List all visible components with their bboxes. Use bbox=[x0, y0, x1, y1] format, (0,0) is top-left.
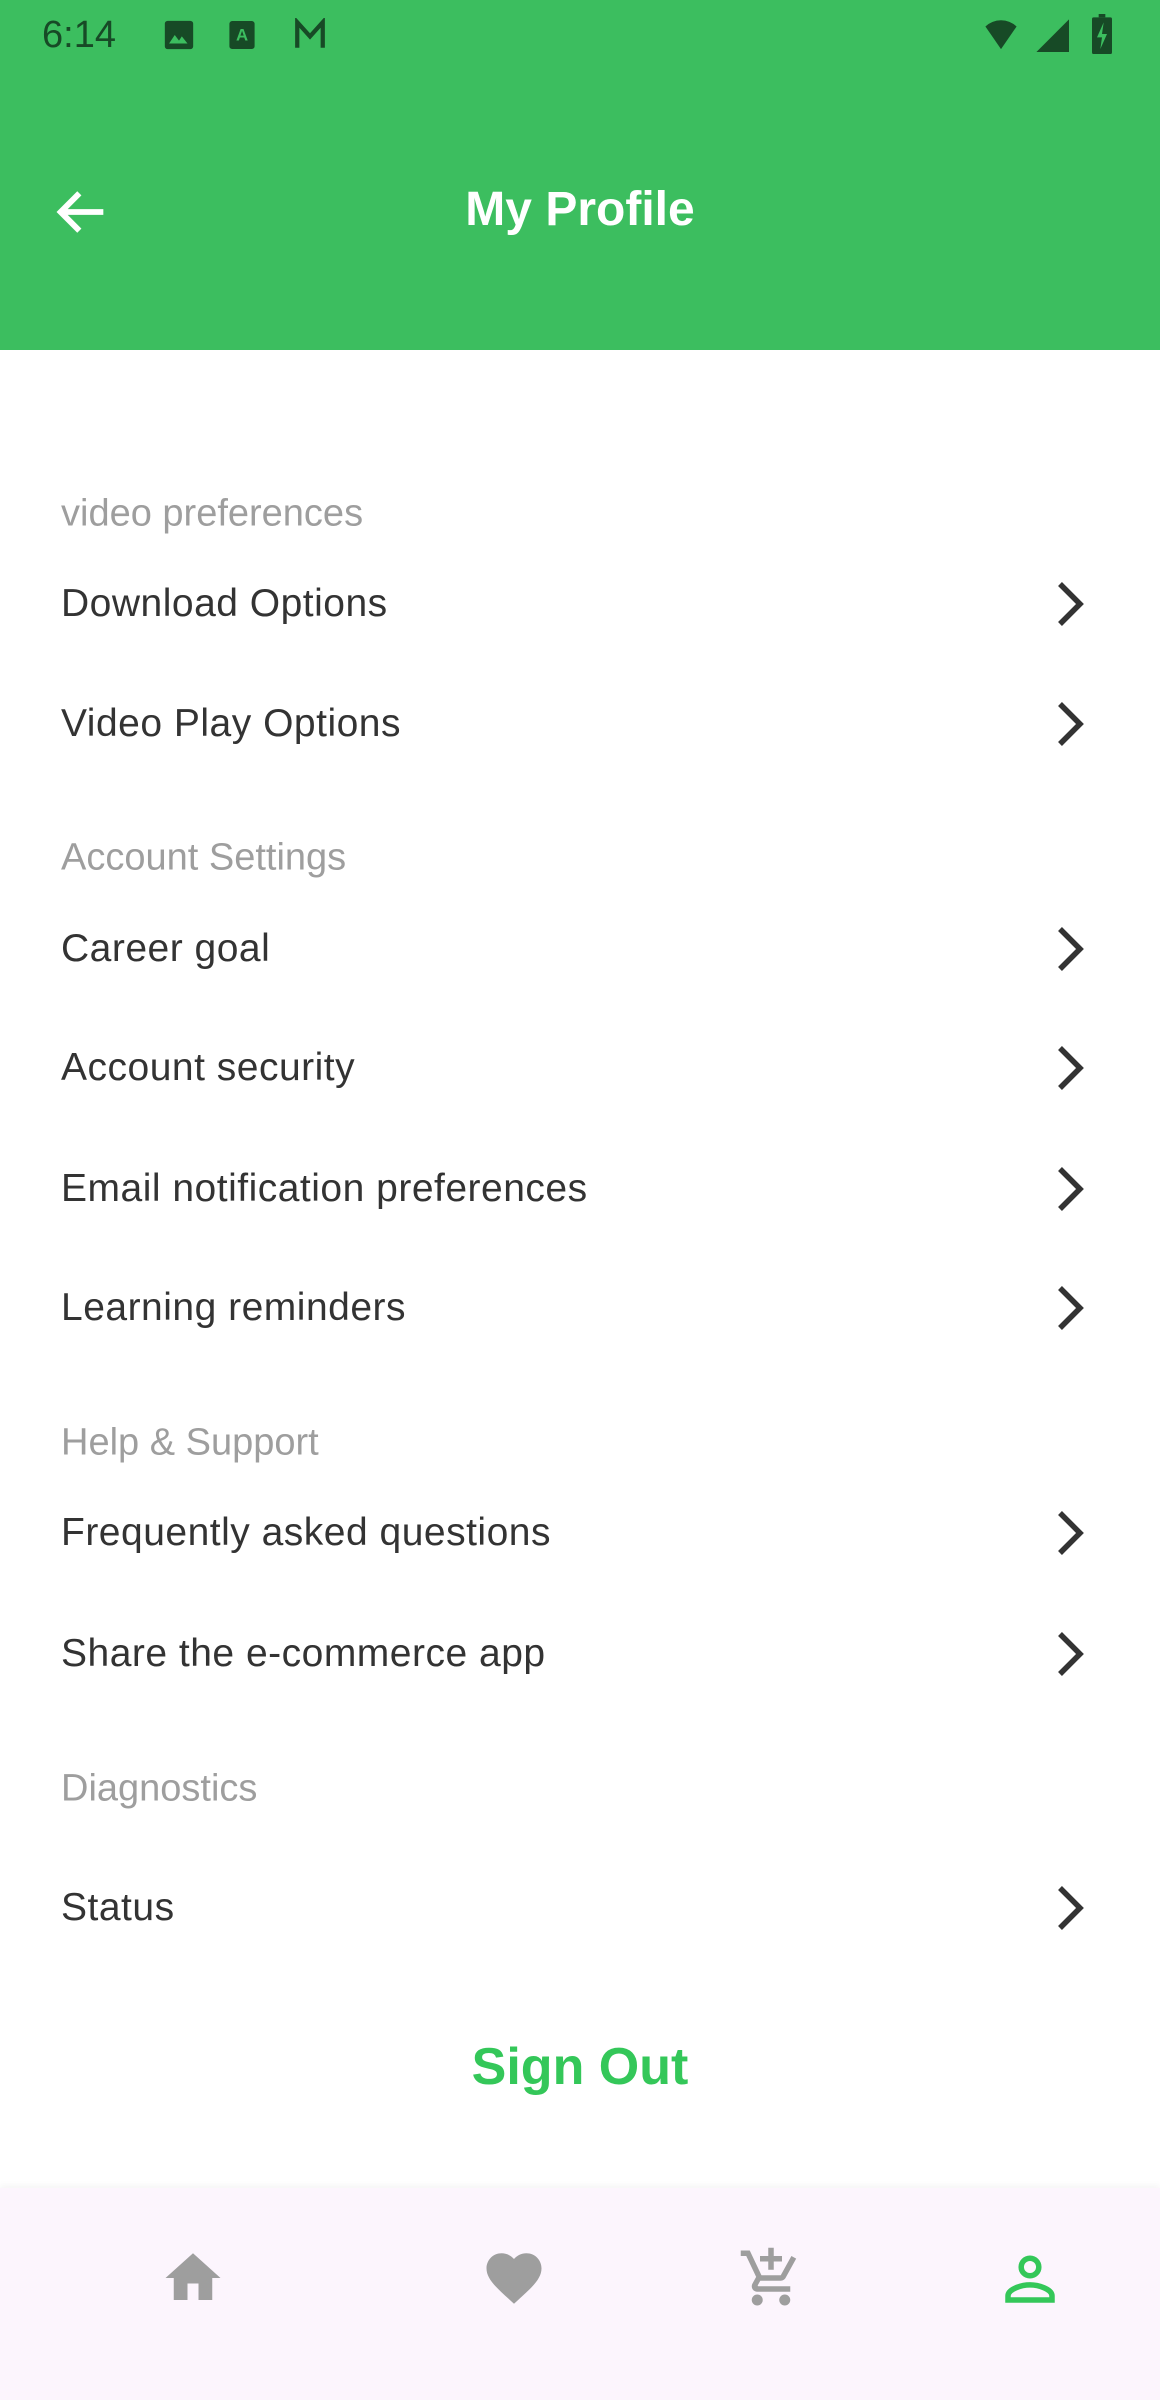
menu-item-career-goal[interactable]: Career goal bbox=[0, 894, 1160, 1004]
person-icon bbox=[1005, 2255, 1055, 2303]
menu-item-account-security[interactable]: Account security bbox=[0, 1013, 1160, 1123]
wifi-icon bbox=[985, 20, 1017, 50]
image-icon bbox=[164, 20, 194, 50]
menu-item-share-app[interactable]: Share the e-commerce app bbox=[0, 1599, 1160, 1709]
section-header-video-preferences: video preferences bbox=[61, 492, 364, 535]
menu-item-learning-reminders[interactable]: Learning reminders bbox=[0, 1253, 1160, 1363]
app-bar: 6:14 A My Profile bbox=[0, 0, 1160, 350]
menu-item-video-play-options[interactable]: Video Play Options bbox=[0, 669, 1160, 779]
home-icon bbox=[165, 2253, 221, 2300]
nav-favorites[interactable] bbox=[454, 2228, 574, 2328]
status-time: 6:14 bbox=[42, 14, 116, 56]
menu-item-email-notification-preferences[interactable]: Email notification preferences bbox=[0, 1134, 1160, 1244]
chevron-right-icon bbox=[1058, 1167, 1084, 1211]
page-title: My Profile bbox=[465, 183, 695, 236]
chevron-right-icon bbox=[1058, 1886, 1084, 1930]
menu-item-label: Learning reminders bbox=[61, 1286, 407, 1329]
add-to-cart-icon bbox=[740, 2247, 797, 2306]
menu-item-label: Account security bbox=[61, 1046, 356, 1089]
section-header-diagnostics: Diagnostics bbox=[61, 1767, 258, 1810]
bottom-navigation bbox=[0, 2188, 1160, 2400]
section-header-account-settings: Account Settings bbox=[61, 836, 347, 879]
menu-item-label: Share the e-commerce app bbox=[61, 1632, 546, 1675]
chevron-right-icon bbox=[1058, 927, 1084, 971]
menu-item-label: Email notification preferences bbox=[61, 1167, 588, 1210]
menu-item-faq[interactable]: Frequently asked questions bbox=[0, 1478, 1160, 1588]
chevron-right-icon bbox=[1058, 582, 1084, 626]
chevron-right-icon bbox=[1058, 1046, 1084, 1090]
font-download-icon: A bbox=[229, 21, 255, 49]
sign-out-button[interactable]: Sign Out bbox=[0, 2037, 1160, 2097]
menu-item-label: Download Options bbox=[61, 582, 388, 625]
chevron-right-icon bbox=[1058, 1632, 1084, 1676]
nav-home[interactable] bbox=[133, 2228, 253, 2328]
menu-item-download-options[interactable]: Download Options bbox=[0, 549, 1160, 659]
nav-profile[interactable] bbox=[970, 2228, 1090, 2328]
gmail-icon bbox=[295, 18, 325, 48]
section-header-help-support: Help & Support bbox=[61, 1421, 319, 1464]
menu-item-label: Status bbox=[61, 1886, 175, 1929]
signal-icon bbox=[1036, 19, 1069, 52]
menu-item-label: Frequently asked questions bbox=[61, 1511, 551, 1554]
chevron-right-icon bbox=[1058, 1286, 1084, 1330]
menu-item-label: Video Play Options bbox=[61, 702, 401, 745]
favorite-icon bbox=[486, 2253, 542, 2304]
svg-text:A: A bbox=[236, 26, 248, 45]
battery-charging-icon bbox=[1092, 14, 1112, 54]
chevron-right-icon bbox=[1058, 1511, 1084, 1555]
menu-item-status[interactable]: Status bbox=[0, 1853, 1160, 1963]
menu-item-label: Career goal bbox=[61, 927, 271, 970]
chevron-right-icon bbox=[1058, 702, 1084, 746]
nav-cart[interactable] bbox=[711, 2228, 831, 2328]
